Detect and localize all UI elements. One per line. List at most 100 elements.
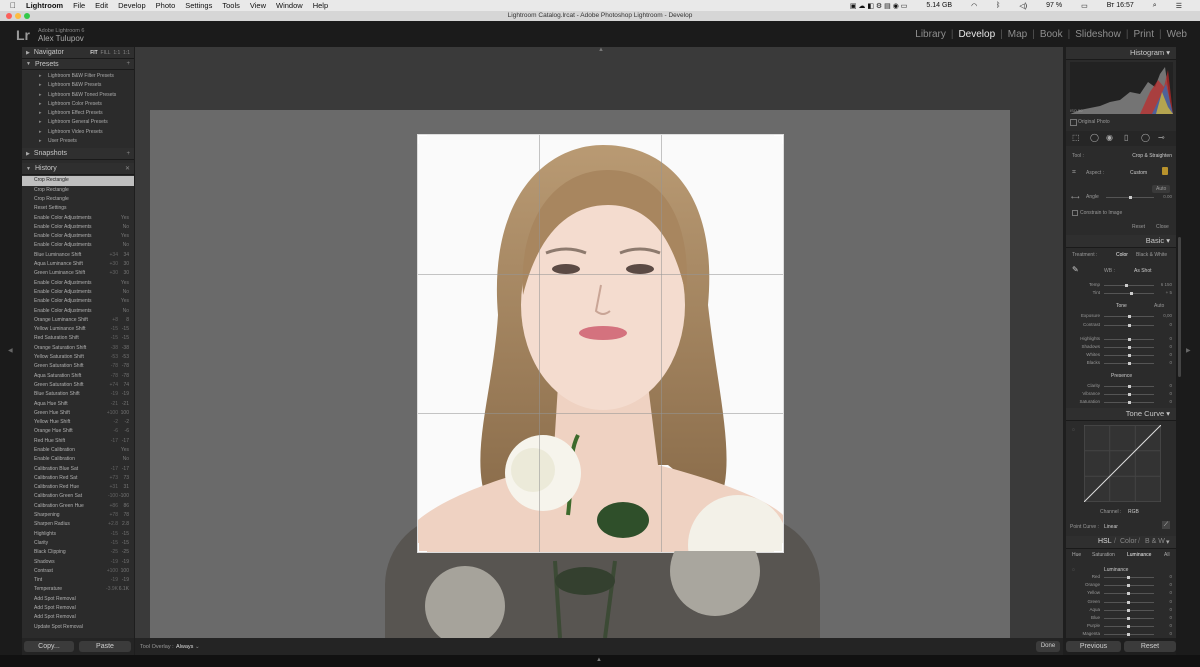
history-step[interactable]: Aqua Luminance Shift +30 30	[22, 260, 134, 269]
status-icons[interactable]: ▣ ☁ ◧ ⚙ ▤ ◉ ▭	[850, 2, 908, 10]
menu-file[interactable]: File	[73, 1, 85, 10]
adjustment-brush-icon[interactable]: ⊸	[1158, 133, 1165, 142]
crop-tool-icon[interactable]: ⬚	[1072, 133, 1080, 142]
hsl-row-slider[interactable]	[1104, 584, 1154, 588]
fullscreen-window-icon[interactable]	[24, 13, 30, 19]
history-step[interactable]: Blue Saturation Shift -19 -19	[22, 390, 134, 399]
preset-folder[interactable]: Lightroom Video Presets	[22, 128, 134, 138]
paste-button[interactable]: Paste	[79, 641, 131, 652]
history-step[interactable]: Enable Calibration Yes	[22, 446, 134, 455]
highlights-slider[interactable]	[1104, 338, 1154, 341]
wb-select[interactable]: As Shot	[1134, 268, 1152, 274]
vibrance-slider-knob[interactable]	[1128, 393, 1131, 396]
battery-icon[interactable]: ▭	[1081, 2, 1088, 10]
volume-icon[interactable]: ◁)	[1019, 2, 1027, 10]
whites-slider[interactable]	[1104, 354, 1154, 357]
history-step[interactable]: Add Spot Removal	[22, 604, 134, 613]
wifi-icon[interactable]: ◠	[971, 2, 977, 10]
angle-auto-button[interactable]: Auto	[1152, 185, 1171, 193]
hsl-row-slider-knob[interactable]	[1127, 576, 1130, 579]
target-adjust-icon[interactable]: ◌	[1072, 427, 1075, 433]
treatment-bw[interactable]: Black & White	[1136, 252, 1167, 258]
history-step[interactable]: Enable Color Adjustments No	[22, 241, 134, 250]
tint-slider-knob[interactable]	[1130, 292, 1133, 295]
menu-window[interactable]: Window	[276, 1, 303, 10]
tint-slider[interactable]	[1104, 292, 1154, 295]
history-step[interactable]: Aqua Hue Shift -21 -21	[22, 400, 134, 409]
hsl-row-slider-knob[interactable]	[1127, 617, 1130, 620]
menu-develop[interactable]: Develop	[118, 1, 146, 10]
history-step[interactable]: Green Saturation Shift -78 -78	[22, 362, 134, 371]
chevron-down-icon[interactable]: ⌄	[195, 644, 200, 650]
hsl-row-slider[interactable]	[1104, 608, 1154, 612]
preset-folder[interactable]: Lightroom General Presets	[22, 118, 134, 128]
module-map[interactable]: Map	[1003, 29, 1032, 40]
crop-reset-button[interactable]: Reset	[1132, 224, 1145, 230]
history-step[interactable]: Black Clipping -25 -25	[22, 548, 134, 557]
history-step[interactable]: Calibration Green Sat -100 -100	[22, 492, 134, 501]
menu-settings[interactable]: Settings	[185, 1, 212, 10]
whites-slider-knob[interactable]	[1128, 354, 1131, 357]
exposure-slider[interactable]	[1104, 315, 1154, 318]
hsl-tab-bw[interactable]: B & W	[1145, 538, 1165, 545]
close-window-icon[interactable]	[6, 13, 12, 19]
module-web[interactable]: Web	[1162, 29, 1192, 40]
history-step[interactable]: Yellow Luminance Shift -15 -15	[22, 325, 134, 334]
history-step[interactable]: Aqua Saturation Shift -78 -78	[22, 372, 134, 381]
preset-folder[interactable]: Lightroom B&W Toned Presets	[22, 91, 134, 101]
history-step[interactable]: Enable Color Adjustments No	[22, 288, 134, 297]
vibrance-slider[interactable]	[1104, 393, 1154, 396]
history-step[interactable]: Green Hue Shift +100 100	[22, 409, 134, 418]
history-step[interactable]: Add Spot Removal	[22, 595, 134, 604]
tone-auto-button[interactable]: Auto	[1154, 303, 1164, 309]
history-step[interactable]: Enable Color Adjustments No	[22, 307, 134, 316]
menu-help[interactable]: Help	[313, 1, 328, 10]
temp-slider[interactable]	[1104, 284, 1154, 287]
contrast-slider[interactable]	[1104, 324, 1154, 327]
crop-handle-top-right[interactable]	[774, 135, 783, 144]
history-step[interactable]: Crop Rectangle	[22, 176, 134, 186]
module-library[interactable]: Library	[910, 29, 951, 40]
apple-icon[interactable]: 	[10, 1, 16, 10]
clear-history-icon[interactable]: ✕	[125, 165, 130, 172]
history-step[interactable]: Clarity -15 -15	[22, 539, 134, 548]
menu-photo[interactable]: Photo	[156, 1, 176, 10]
battery-readout[interactable]: 97 %	[1046, 2, 1062, 9]
snapshots-header[interactable]: ▶ Snapshots +	[22, 148, 134, 161]
module-develop[interactable]: Develop	[953, 29, 1000, 40]
hsl-row-slider-knob[interactable]	[1127, 608, 1130, 612]
basic-header[interactable]: Basic ▾	[1066, 235, 1176, 248]
lock-icon[interactable]	[1162, 167, 1168, 175]
history-step[interactable]: Crop Rectangle	[22, 195, 134, 204]
saturation-slider[interactable]	[1104, 401, 1154, 404]
spot-removal-icon[interactable]: ◯	[1090, 133, 1099, 142]
history-step[interactable]: Enable Color Adjustments No	[22, 223, 134, 232]
history-step[interactable]: Yellow Hue Shift -2 -2	[22, 418, 134, 427]
blacks-slider-knob[interactable]	[1128, 362, 1131, 365]
history-step[interactable]: Enable Color Adjustments Yes	[22, 232, 134, 241]
history-step[interactable]: Sharpening +78 78	[22, 511, 134, 520]
menu-tools[interactable]: Tools	[222, 1, 240, 10]
right-panel-toggle-icon[interactable]: ▶	[1186, 347, 1191, 354]
saturation-slider-knob[interactable]	[1128, 401, 1131, 404]
reset-button[interactable]: Reset	[1124, 641, 1176, 652]
history-step[interactable]: Orange Saturation Shift -38 -38	[22, 344, 134, 353]
hsl-row-slider-knob[interactable]	[1127, 600, 1130, 604]
module-print[interactable]: Print	[1128, 29, 1159, 40]
straighten-tool-icon[interactable]: ⟷	[1071, 194, 1080, 201]
hsl-row-slider[interactable]	[1104, 600, 1154, 604]
history-step[interactable]: Orange Luminance Shift +8 8	[22, 316, 134, 325]
minimize-window-icon[interactable]	[15, 13, 21, 19]
notification-icon[interactable]: ☰	[1176, 2, 1182, 10]
hsl-hue-tab[interactable]: Hue	[1072, 552, 1081, 558]
hsl-row-slider[interactable]	[1104, 592, 1154, 596]
hsl-row-slider-knob[interactable]	[1127, 584, 1130, 588]
history-step[interactable]: Green Saturation Shift +74 74	[22, 381, 134, 390]
history-step[interactable]: Green Luminance Shift +30 30	[22, 269, 134, 278]
highlights-slider-knob[interactable]	[1128, 338, 1131, 341]
preset-folder[interactable]: Lightroom B&W Presets	[22, 81, 134, 91]
redeye-icon[interactable]: ◉	[1106, 133, 1113, 142]
history-step[interactable]: Red Hue Shift -17 -17	[22, 437, 134, 446]
tool-overlay-select[interactable]: Always	[176, 644, 193, 650]
hsl-target-icon[interactable]: ◌	[1072, 567, 1075, 573]
